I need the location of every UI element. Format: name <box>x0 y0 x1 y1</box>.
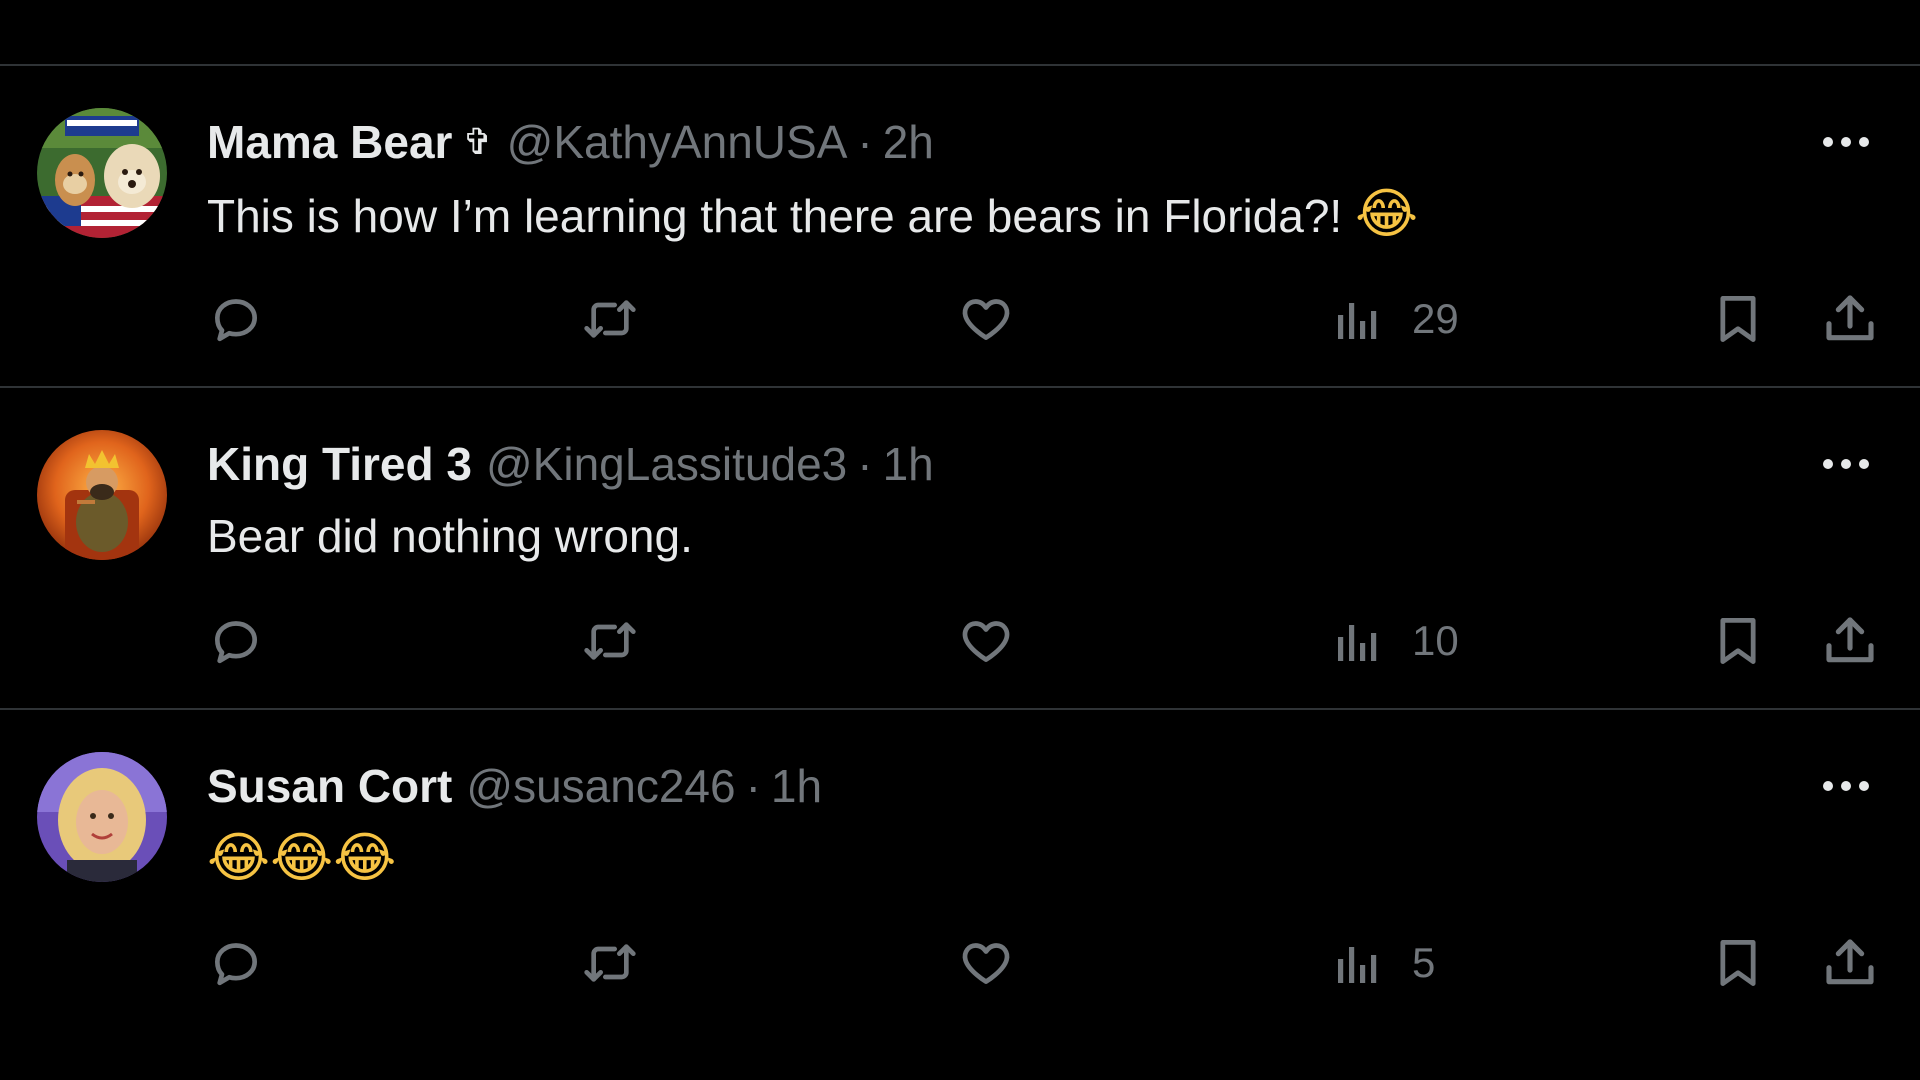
separator: · <box>745 760 761 812</box>
share-button[interactable] <box>1822 608 1878 674</box>
bookmark-button[interactable] <box>1712 608 1764 674</box>
tweet-text: 😂😂😂 <box>207 828 396 890</box>
retweet-button[interactable] <box>580 286 640 352</box>
reply-icon <box>215 943 257 986</box>
reply-button[interactable] <box>208 286 264 352</box>
avatar-image <box>37 752 167 882</box>
separator: · <box>857 116 873 168</box>
more-icon <box>1823 781 1869 791</box>
bookmark-button[interactable] <box>1712 930 1764 996</box>
more-button[interactable] <box>1816 768 1876 804</box>
bookmark-button[interactable] <box>1712 286 1764 352</box>
views-icon <box>1338 625 1377 661</box>
share-button[interactable] <box>1822 930 1878 996</box>
retweet-button[interactable] <box>580 608 640 674</box>
avatar[interactable] <box>37 108 167 238</box>
timestamp[interactable]: 2h <box>883 114 934 170</box>
heart-icon <box>962 943 1010 984</box>
view-count: 29 <box>1412 295 1459 342</box>
user-handle[interactable]: @susanc246 <box>466 758 735 814</box>
tweet-header: Susan Cort @susanc246 · 1h <box>207 758 822 814</box>
heart-icon <box>962 621 1010 662</box>
bookmark-icon <box>1720 940 1756 986</box>
tweet-text: This is how I’m learning that there are … <box>207 184 1418 246</box>
heart-icon <box>962 299 1010 340</box>
avatar[interactable] <box>37 430 167 560</box>
more-button[interactable] <box>1816 446 1876 482</box>
separator: · <box>857 438 873 490</box>
bookmark-icon <box>1720 296 1756 342</box>
retweet-icon <box>584 944 636 982</box>
user-handle[interactable]: @KingLassitude3 <box>486 436 847 492</box>
view-count: 5 <box>1412 939 1436 986</box>
like-button[interactable] <box>958 930 1014 996</box>
timestamp[interactable]: 1h <box>883 436 934 492</box>
laughing-emojis: 😂😂😂 <box>207 826 397 889</box>
tweet-text-body: Bear did nothing wrong. <box>207 510 693 562</box>
avatar-image <box>37 108 167 238</box>
avatar-image <box>37 430 167 560</box>
views-icon <box>1338 303 1377 339</box>
reply-icon <box>215 621 257 664</box>
views-button[interactable]: 29 <box>1334 286 1459 352</box>
display-name[interactable]: Susan Cort <box>207 758 452 814</box>
reply-button[interactable] <box>208 608 264 674</box>
reply-icon <box>215 299 257 342</box>
share-icon <box>1826 295 1874 341</box>
laughing-emoji: 😂 <box>1354 182 1419 245</box>
display-name[interactable]: King Tired 3 <box>207 436 472 492</box>
more-icon <box>1823 459 1869 469</box>
more-icon <box>1823 137 1869 147</box>
views-button[interactable]: 10 <box>1334 608 1459 674</box>
more-button[interactable] <box>1816 124 1876 160</box>
action-bar: 29 <box>0 286 1920 352</box>
timestamp[interactable]: 1h <box>771 758 822 814</box>
like-button[interactable] <box>958 608 1014 674</box>
tweet-text: Bear did nothing wrong. <box>207 506 693 566</box>
display-name[interactable]: Mama Bear <box>207 114 452 170</box>
tweet[interactable]: Mama Bear ✞ @KathyAnnUSA · 2h This is ho… <box>0 66 1920 388</box>
like-button[interactable] <box>958 286 1014 352</box>
user-handle[interactable]: @KathyAnnUSA <box>507 114 848 170</box>
avatar[interactable] <box>37 752 167 882</box>
tweet-text-body: This is how I’m learning that there are … <box>207 190 1343 242</box>
action-bar: 5 <box>0 930 1920 996</box>
reply-button[interactable] <box>208 930 264 996</box>
tweet-header: King Tired 3 @KingLassitude3 · 1h <box>207 436 934 492</box>
tweet[interactable]: King Tired 3 @KingLassitude3 · 1h Bear d… <box>0 388 1920 710</box>
views-icon <box>1338 947 1377 983</box>
retweet-button[interactable] <box>580 930 640 996</box>
share-icon <box>1826 617 1874 663</box>
retweet-icon <box>584 300 636 338</box>
views-button[interactable]: 5 <box>1334 930 1435 996</box>
view-count: 10 <box>1412 617 1459 664</box>
share-button[interactable] <box>1822 286 1878 352</box>
action-bar: 10 <box>0 608 1920 674</box>
bookmark-icon <box>1720 618 1756 664</box>
tweet[interactable]: Susan Cort @susanc246 · 1h 😂😂😂 5 <box>0 710 1920 1080</box>
tweet-header: Mama Bear ✞ @KathyAnnUSA · 2h <box>207 114 934 170</box>
share-icon <box>1826 939 1874 985</box>
name-badge: ✞ <box>462 121 493 162</box>
retweet-icon <box>584 622 636 660</box>
reply-feed: Mama Bear ✞ @KathyAnnUSA · 2h This is ho… <box>0 0 1920 1080</box>
